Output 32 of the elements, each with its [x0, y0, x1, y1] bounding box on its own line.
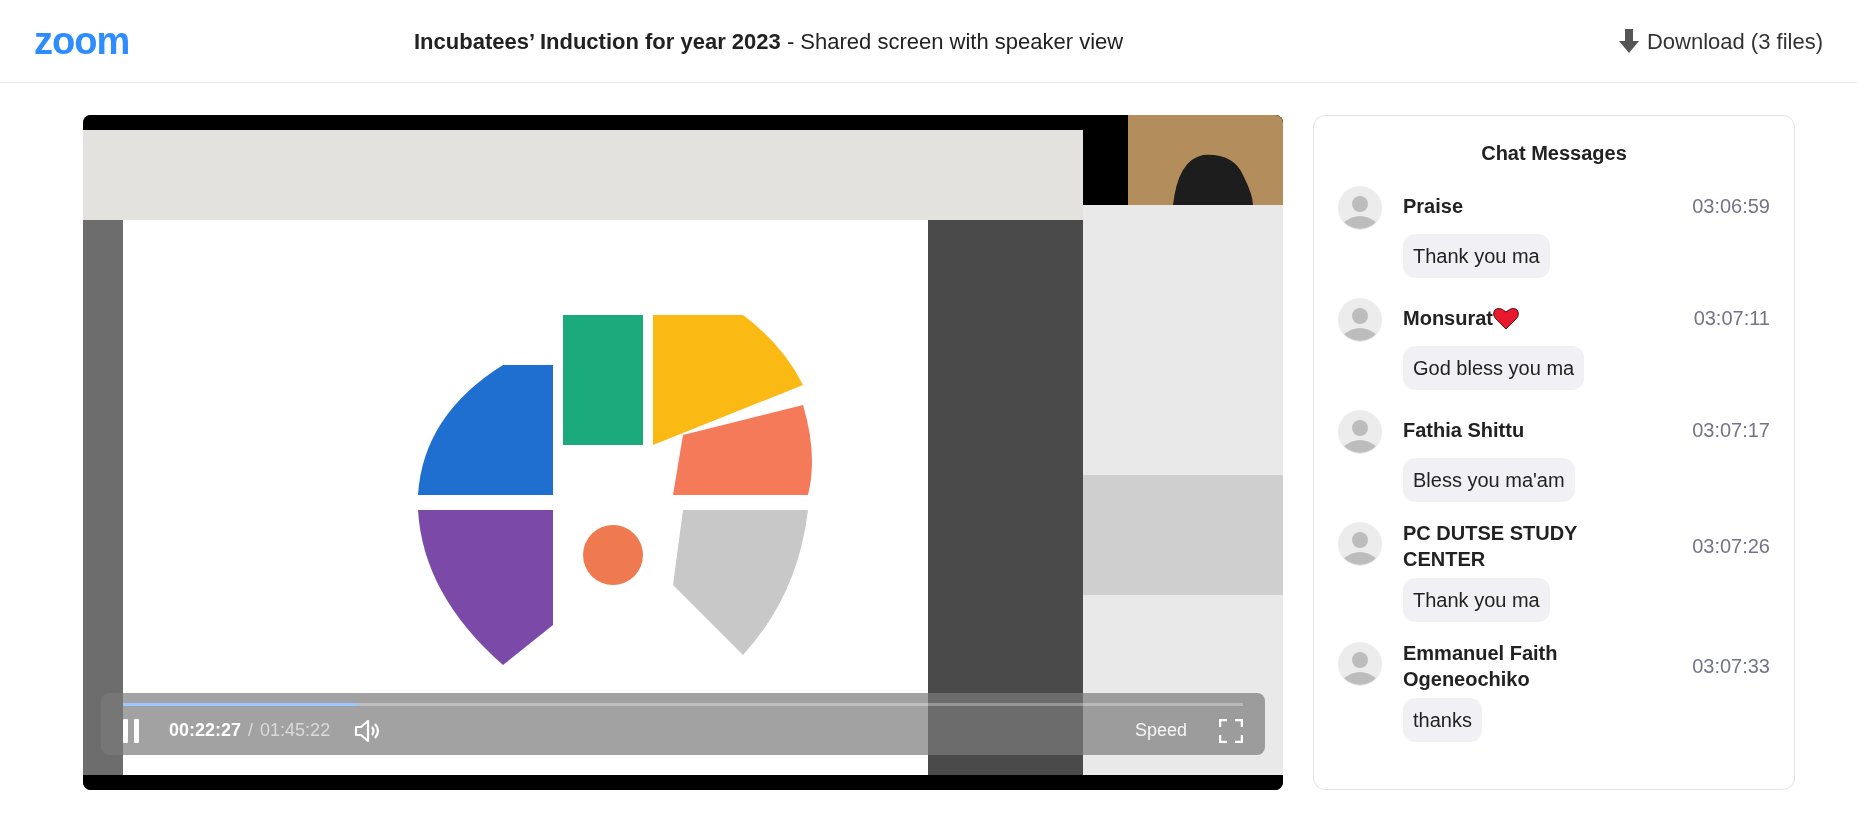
message-time: 03:07:26 [1692, 534, 1770, 559]
recording-title: Incubatees’ Induction for year 2023 - Shared screen with speaker view [414, 27, 1124, 56]
message-bubble: Thank you ma [1403, 234, 1550, 278]
message-time: 03:07:11 [1693, 306, 1770, 331]
chat-title: Chat Messages [1481, 141, 1627, 166]
message-time: 03:07:17 [1692, 418, 1770, 443]
sender-name: Praise [1403, 194, 1464, 219]
zoom-logo[interactable]: zoom [34, 12, 414, 70]
fullscreen-icon[interactable] [1219, 718, 1243, 743]
total-duration: 01:45:22 [260, 719, 331, 742]
sender-name: Fathia Shittu [1403, 418, 1525, 443]
pause-icon[interactable] [123, 718, 139, 743]
avatar-icon [1338, 298, 1382, 342]
avatar-icon [1338, 642, 1382, 686]
message-time: 03:07:33 [1692, 654, 1770, 679]
sender-name: PC DUTSE STUDY CENTER [1403, 521, 1579, 572]
speed-button[interactable]: Speed [1134, 717, 1187, 744]
message-time: 03:06:59 [1692, 194, 1770, 219]
sender-name: Emmanuel Faith Ogeneochiko [1403, 641, 1559, 692]
avatar-icon [1338, 522, 1382, 566]
elapsed-time: 00:22:27 [169, 719, 242, 742]
message-bubble: Thank you ma [1403, 578, 1550, 622]
sender-name: Monsurat [1403, 306, 1493, 331]
avatar-icon [1338, 410, 1382, 454]
download-icon [1618, 29, 1639, 53]
message-bubble: thanks [1403, 698, 1482, 742]
avatar-icon [1338, 186, 1382, 230]
message-bubble: Bless you ma'am [1403, 458, 1575, 502]
progress-track[interactable] [123, 703, 1243, 706]
download-button[interactable]: Download (3 files) [1618, 24, 1823, 58]
time-separator: / [248, 719, 254, 742]
message-bubble: God bless you ma [1403, 346, 1585, 390]
